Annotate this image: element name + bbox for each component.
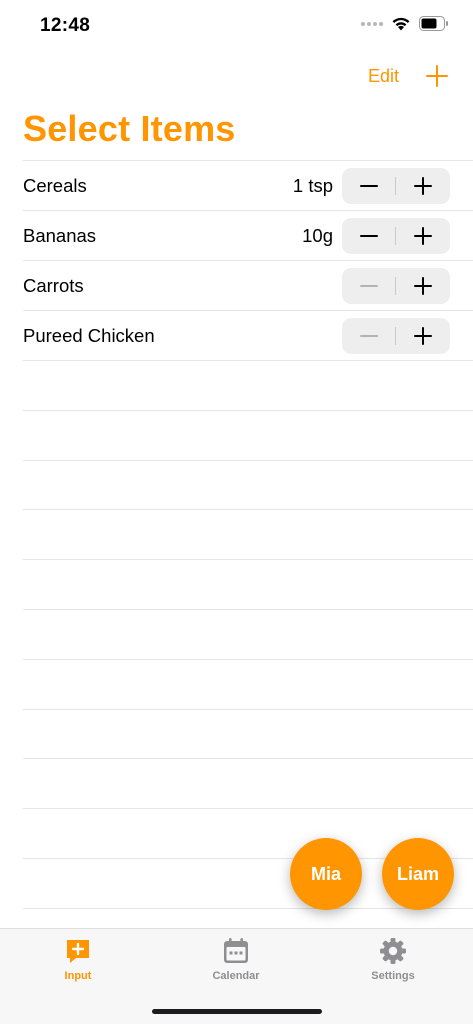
decrement-button[interactable] [342, 168, 396, 204]
decrement-button[interactable] [342, 318, 396, 354]
minus-icon [360, 285, 378, 287]
status-icons [361, 16, 449, 31]
empty-row [23, 459, 473, 510]
minus-icon [360, 235, 378, 237]
list-item: Cereals 1 tsp [23, 160, 473, 210]
item-amount: 10g [302, 225, 333, 246]
tab-settings[interactable]: Settings [343, 937, 443, 989]
empty-row [23, 708, 473, 759]
tab-label: Input [64, 970, 92, 982]
calendar-icon [224, 938, 248, 963]
empty-row [23, 658, 473, 709]
page-title: Select Items [23, 108, 236, 149]
plus-icon [414, 327, 432, 345]
add-icon[interactable] [425, 64, 449, 88]
edit-button[interactable]: Edit [368, 66, 399, 87]
empty-row [23, 758, 473, 808]
plus-icon [414, 227, 432, 245]
minus-icon [360, 335, 378, 337]
list-item: Carrots [23, 260, 473, 310]
plus-icon [414, 277, 432, 295]
quantity-stepper [342, 168, 450, 204]
empty-row [23, 559, 473, 609]
gear-icon [380, 938, 406, 964]
item-amount: 1 tsp [292, 175, 333, 196]
decrement-button[interactable] [342, 268, 396, 304]
status-bar: 12:48 [0, 0, 473, 52]
tab-label: Calendar [212, 970, 260, 982]
quantity-stepper [342, 268, 450, 304]
status-time: 12:48 [40, 15, 91, 36]
list-item: Bananas 10g [23, 210, 473, 260]
plus-icon [414, 177, 432, 195]
increment-button[interactable] [396, 218, 450, 254]
profile-button-mia[interactable]: Mia [290, 838, 362, 910]
quantity-stepper [342, 318, 450, 354]
minus-icon [360, 185, 378, 187]
home-indicator[interactable] [152, 1009, 322, 1014]
empty-row [23, 509, 473, 559]
decrement-button[interactable] [342, 218, 396, 254]
item-name: Cereals [23, 175, 87, 196]
empty-row [23, 360, 473, 410]
empty-row [23, 907, 473, 926]
profile-button-liam[interactable]: Liam [382, 838, 454, 910]
list-item: Pureed Chicken [23, 310, 473, 360]
tab-label: Settings [371, 970, 415, 982]
wifi-icon [392, 17, 410, 31]
tab-input[interactable]: Input [28, 937, 128, 989]
item-name: Bananas [23, 225, 97, 246]
empty-row [23, 608, 473, 659]
quantity-stepper [342, 218, 450, 254]
item-name: Pureed Chicken [23, 325, 155, 346]
item-name: Carrots [23, 275, 84, 296]
navigation-bar: Edit [0, 56, 473, 96]
tab-calendar[interactable]: Calendar [186, 937, 286, 989]
battery-icon [419, 16, 448, 31]
increment-button[interactable] [396, 168, 450, 204]
items-list: Cereals 1 tsp Bananas 10g Carrots Pureed… [23, 160, 473, 926]
increment-button[interactable] [396, 318, 450, 354]
empty-row [23, 409, 473, 460]
increment-button[interactable] [396, 268, 450, 304]
signal-icon [361, 21, 383, 26]
input-icon [67, 940, 89, 963]
